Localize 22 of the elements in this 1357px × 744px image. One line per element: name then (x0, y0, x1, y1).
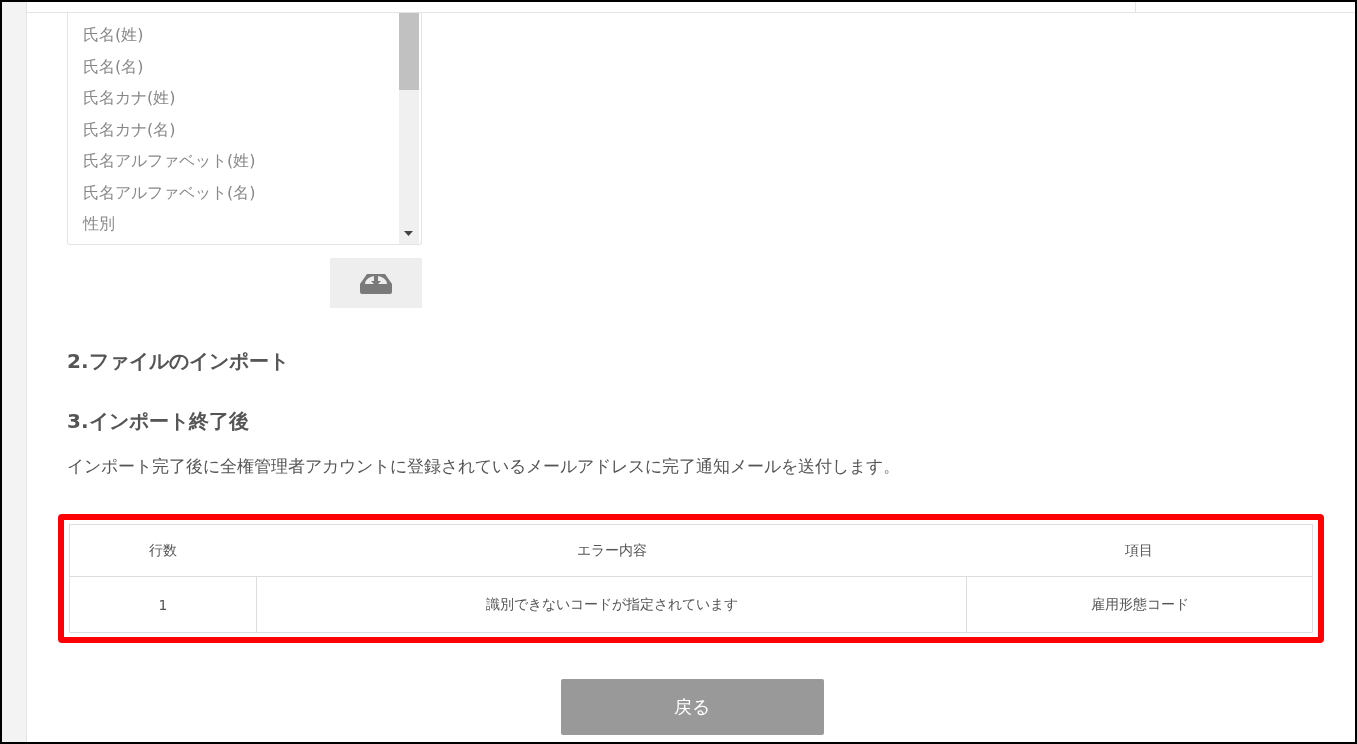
list-item[interactable]: 氏名アルファベット(名) (83, 176, 399, 208)
list-item[interactable]: 氏名カナ(名) (83, 113, 399, 145)
table-cell: 識別できないコードが指定されています (256, 576, 967, 633)
list-item[interactable]: 性別 (83, 208, 399, 240)
list-item[interactable]: 氏名(姓) (83, 19, 399, 51)
download-button[interactable] (330, 258, 422, 308)
caret-icon (404, 231, 413, 236)
table-cell: 雇用形態コード (966, 576, 1313, 633)
table-cell: 1 (69, 576, 257, 633)
list-item[interactable]: 氏名(名) (83, 50, 399, 82)
column-header: 項目 (966, 524, 1313, 577)
section-heading: 3.インポート終了後 (67, 408, 250, 434)
section-description: インポート完了後に全権管理者アカウントに登録されているメールアドレスに完了通知メールを送付します。 (67, 455, 901, 478)
column-header: エラー内容 (256, 524, 967, 577)
section-heading: 2.ファイルのインポート (67, 348, 290, 374)
list-item[interactable]: 氏名カナ(姓) (83, 82, 399, 114)
download-icon (359, 272, 393, 294)
field-list[interactable]: 氏名(姓) 氏名(名) 氏名カナ(姓) 氏名カナ(名) 氏名アルファベット(姓) 氏名アルファベット(名) 性別 (67, 13, 422, 245)
list-item[interactable]: 氏名アルファベット(姓) (83, 145, 399, 177)
back-button[interactable]: 戻る (560, 679, 824, 735)
scrollbar[interactable] (399, 13, 419, 244)
column-header: 行数 (69, 524, 257, 577)
